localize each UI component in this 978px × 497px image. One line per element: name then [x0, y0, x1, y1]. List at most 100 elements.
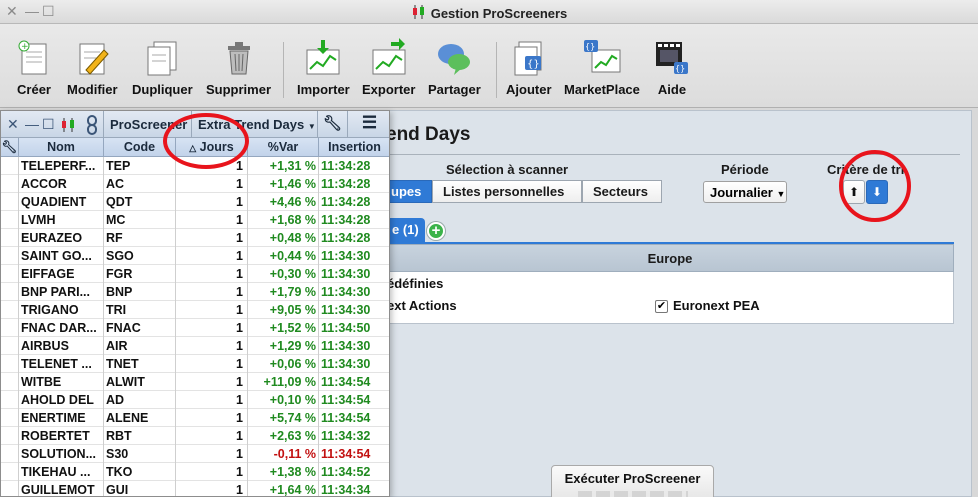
row-marker — [1, 319, 19, 337]
cell-code: ALWIT — [104, 373, 176, 391]
delete-button[interactable]: Supprimer — [206, 38, 271, 97]
table-row[interactable]: TELEPERF... TEP 1 +1,31 % 11:34:28 — [1, 157, 389, 175]
marketplace-button[interactable]: {} MarketPlace — [564, 38, 640, 97]
table-row[interactable]: TELENET ... TNET 1 +0,06 % 11:34:30 — [1, 355, 389, 373]
cell-insertion: 11:34:32 — [319, 427, 389, 445]
cell-code: SGO — [104, 247, 176, 265]
cell-jours: 1 — [176, 247, 248, 265]
create-button[interactable]: + Créer — [14, 38, 54, 97]
cell-var: +2,63 % — [248, 427, 319, 445]
export-button[interactable]: Exporter — [362, 38, 415, 97]
window-title: Gestion ProScreeners — [0, 4, 978, 21]
period-dropdown[interactable]: Journalier ▼ — [703, 181, 787, 203]
sort-ascending-button[interactable]: ⬆ — [843, 180, 865, 204]
cell-var: +0,44 % — [248, 247, 319, 265]
cell-code: AD — [104, 391, 176, 409]
cell-insertion: 11:34:28 — [319, 175, 389, 193]
add-button[interactable]: {} Ajouter — [506, 38, 552, 97]
list-name: Extra Trend Days — [198, 117, 305, 132]
cell-var: +5,74 % — [248, 409, 319, 427]
table-row[interactable]: FNAC DAR... FNAC 1 +1,52 % 11:34:50 — [1, 319, 389, 337]
row-marker — [1, 427, 19, 445]
row-marker — [1, 229, 19, 247]
cell-var: +1,46 % — [248, 175, 319, 193]
duplicate-button[interactable]: Dupliquer — [132, 38, 193, 97]
table-row[interactable]: GUILLEMOT GUI 1 +1,64 % 11:34:34 — [1, 481, 389, 496]
column-header-nom[interactable]: Nom — [19, 138, 104, 157]
wrench-icon[interactable]: 🔧︎ — [317, 111, 347, 138]
execute-label: Exécuter ProScreener — [564, 471, 701, 486]
column-header-jours[interactable]: △ Jours — [176, 138, 248, 157]
screener-results-window: ✕ — ☐ ProScreener Extra Trend Days ▼ 🔧︎ … — [0, 110, 390, 497]
cell-insertion: 11:34:34 — [319, 481, 389, 496]
tab-list-selector[interactable]: Extra Trend Days ▼ — [191, 111, 317, 138]
column-header-insertion[interactable]: Insertion — [319, 138, 389, 157]
column-jours-label: Jours — [199, 140, 234, 154]
cell-insertion: 11:34:28 — [319, 229, 389, 247]
row-marker — [1, 373, 19, 391]
wrench-icon[interactable]: 🔧︎ — [1, 138, 19, 157]
table-row[interactable]: QUADIENT QDT 1 +4,46 % 11:34:28 — [1, 193, 389, 211]
euronext-pea-label[interactable]: Euronext PEA — [673, 298, 760, 313]
row-marker — [1, 355, 19, 373]
table-row[interactable]: TRIGANO TRI 1 +9,05 % 11:34:30 — [1, 301, 389, 319]
cell-code: RBT — [104, 427, 176, 445]
cell-code: GUI — [104, 481, 176, 496]
title-bar: ✕ — ☐ Gestion ProScreeners — [0, 0, 978, 24]
cell-jours: 1 — [176, 229, 248, 247]
option-actions-label[interactable]: ext Actions — [387, 298, 457, 313]
cell-code: TKO — [104, 463, 176, 481]
cell-code: S30 — [104, 445, 176, 463]
table-row[interactable]: TIKEHAU ... TKO 1 +1,38 % 11:34:52 — [1, 463, 389, 481]
cell-jours: 1 — [176, 355, 248, 373]
tab-proscreener[interactable]: ProScreener — [103, 111, 191, 138]
cell-code: BNP — [104, 283, 176, 301]
sort-descending-button[interactable]: ⬇ — [866, 180, 888, 204]
svg-text:+: + — [21, 42, 29, 52]
import-button[interactable]: Importer — [297, 38, 350, 97]
euronext-pea-checkbox[interactable]: ✔ — [655, 300, 668, 313]
cell-var: +1,52 % — [248, 319, 319, 337]
cell-jours: 1 — [176, 157, 248, 175]
menu-icon[interactable]: ☰ — [347, 111, 389, 138]
delete-label: Supprimer — [206, 82, 272, 97]
candlestick-icon[interactable] — [59, 117, 79, 133]
column-header-code[interactable]: Code — [104, 138, 176, 157]
table-row[interactable]: SOLUTION... S30 1 -0,11 % 11:34:54 — [1, 445, 389, 463]
row-marker — [1, 211, 19, 229]
link-icon[interactable] — [85, 115, 99, 135]
table-row[interactable]: AIRBUS AIR 1 +1,29 % 11:34:30 — [1, 337, 389, 355]
table-row[interactable]: WITBE ALWIT 1 +11,09 % 11:34:54 — [1, 373, 389, 391]
trash-icon — [227, 42, 250, 75]
predefined-lists-label: édéfinies — [387, 276, 444, 291]
cell-code: FNAC — [104, 319, 176, 337]
cell-nom: TIKEHAU ... — [19, 463, 104, 481]
table-row[interactable]: ACCOR AC 1 +1,46 % 11:34:28 — [1, 175, 389, 193]
tab-europe[interactable]: e (1) — [386, 218, 425, 242]
cell-var: +1,29 % — [248, 337, 319, 355]
table-row[interactable]: EIFFAGE FGR 1 +0,30 % 11:34:30 — [1, 265, 389, 283]
maximize-icon[interactable]: ☐ — [42, 116, 55, 133]
table-row[interactable]: SAINT GO... SGO 1 +0,44 % 11:34:30 — [1, 247, 389, 265]
cell-var: +9,05 % — [248, 301, 319, 319]
table-row[interactable]: BNP PARI... BNP 1 +1,79 % 11:34:30 — [1, 283, 389, 301]
table-row[interactable]: ENERTIME ALENE 1 +5,74 % 11:34:54 — [1, 409, 389, 427]
table-row[interactable]: EURAZEO RF 1 +0,48 % 11:34:28 — [1, 229, 389, 247]
execute-proscreener-button[interactable]: Exécuter ProScreener — [551, 465, 714, 497]
column-header-var[interactable]: %Var — [248, 138, 319, 157]
cell-nom: SOLUTION... — [19, 445, 104, 463]
share-button[interactable]: Partager — [428, 38, 481, 97]
minimize-icon[interactable]: — — [25, 116, 39, 132]
cell-jours: 1 — [176, 301, 248, 319]
modify-button[interactable]: Modifier — [67, 38, 118, 97]
add-tab-button[interactable]: + — [427, 222, 445, 240]
segment-sectors[interactable]: Secteurs — [582, 180, 662, 203]
close-icon[interactable]: ✕ — [7, 116, 19, 133]
table-row[interactable]: AHOLD DEL AD 1 +0,10 % 11:34:54 — [1, 391, 389, 409]
help-button[interactable]: {} Aide — [652, 38, 692, 97]
segment-personal-lists[interactable]: Listes personnelles — [432, 180, 582, 203]
table-row[interactable]: LVMH MC 1 +1,68 % 11:34:28 — [1, 211, 389, 229]
cell-var: +4,46 % — [248, 193, 319, 211]
table-row[interactable]: ROBERTET RBT 1 +2,63 % 11:34:32 — [1, 427, 389, 445]
share-bubbles-icon — [438, 44, 471, 75]
